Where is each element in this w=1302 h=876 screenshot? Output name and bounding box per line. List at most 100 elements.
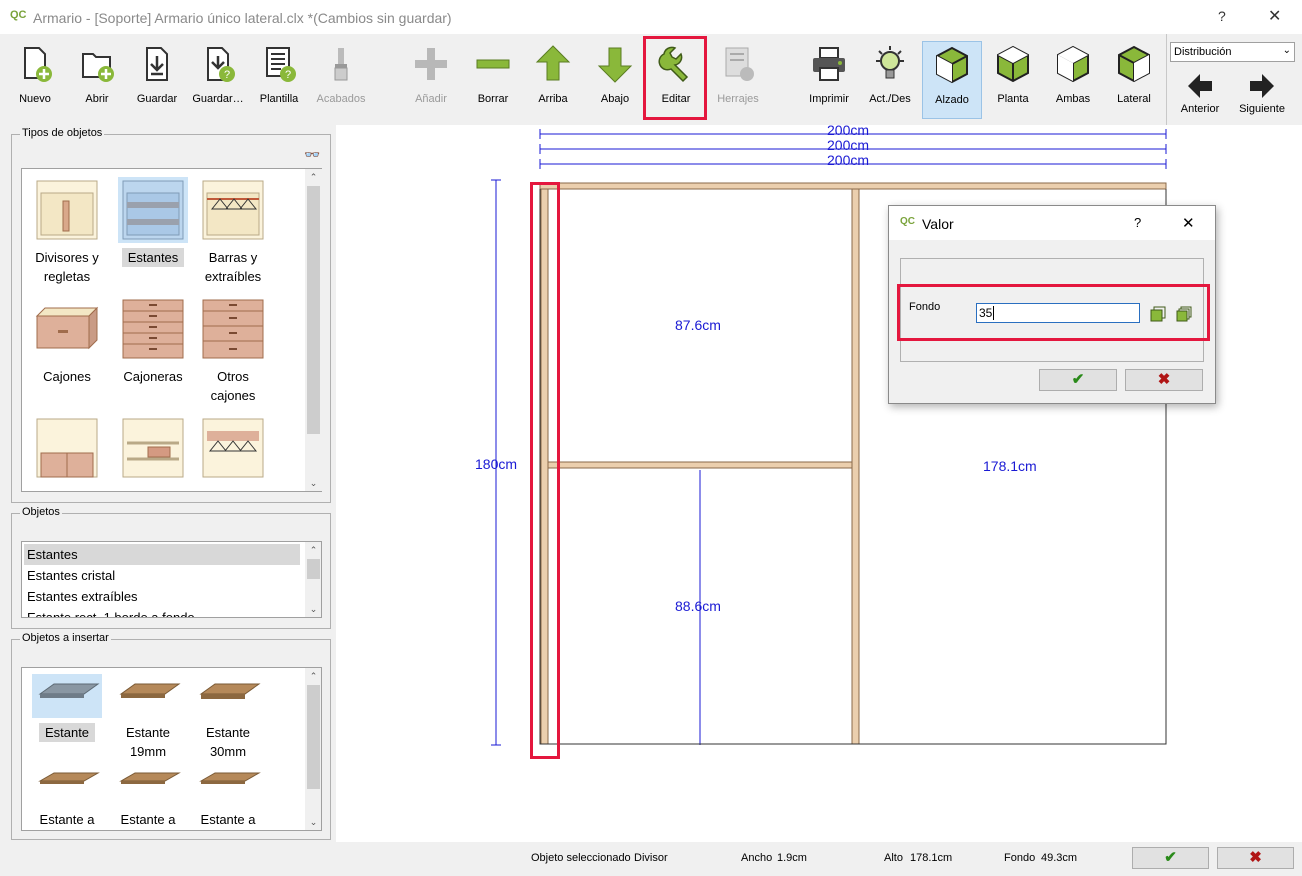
list-item[interactable]: Estantes bbox=[24, 544, 300, 565]
cube-top-icon bbox=[997, 45, 1029, 83]
value-dialog: QC Valor ? ✕ Fondo 35​ ✔ ✖ bbox=[888, 205, 1216, 404]
insert-shelf-30mm[interactable]: Estante 30mm bbox=[188, 674, 268, 761]
dialog-ok-button[interactable]: ✔ bbox=[1039, 369, 1117, 391]
add-button[interactable]: Añadir bbox=[404, 34, 458, 122]
width-dim-3: 200cm bbox=[827, 152, 870, 168]
printer-icon bbox=[813, 47, 845, 81]
scroll-down-arrow[interactable]: ⌄ bbox=[305, 814, 321, 830]
scroll-up-arrow[interactable]: ⌃ bbox=[305, 169, 322, 185]
width-value: 1.9cm bbox=[777, 852, 807, 864]
other-drawers-icon bbox=[202, 299, 264, 359]
open-folder-icon bbox=[82, 53, 114, 82]
scroll-thumb[interactable] bbox=[307, 685, 320, 789]
save-as-button[interactable]: ? Guardar… bbox=[188, 34, 248, 122]
width-label: Ancho bbox=[741, 852, 773, 864]
cancel-button[interactable]: ✖ bbox=[1217, 847, 1294, 869]
template-button[interactable]: ? Plantilla bbox=[252, 34, 306, 122]
insert-scrollbar[interactable]: ⌃ ⌄ bbox=[305, 668, 321, 830]
width-dim-2: 200cm bbox=[827, 137, 870, 153]
new-button[interactable]: Nuevo bbox=[8, 34, 62, 122]
scroll-thumb[interactable] bbox=[307, 186, 320, 434]
width-dim-1: 200cm bbox=[827, 122, 870, 138]
insert-objects-title: Objetos a insertar bbox=[20, 632, 111, 644]
object-types-group: Tipos de objetos 👓 Divisores y regletas … bbox=[11, 127, 331, 503]
scroll-down-arrow[interactable]: ⌄ bbox=[305, 475, 322, 491]
hangers-icon bbox=[202, 418, 264, 478]
type-hangers[interactable] bbox=[193, 415, 273, 486]
type-shelf-box[interactable] bbox=[113, 415, 193, 486]
dialog-close-button[interactable]: ✕ bbox=[1182, 214, 1195, 232]
upper-left-dim: 87.6cm bbox=[675, 317, 721, 333]
open-button[interactable]: Abrir bbox=[70, 34, 124, 122]
plus-icon bbox=[415, 48, 447, 80]
dialog-help-button[interactable]: ? bbox=[1134, 215, 1141, 230]
list-item[interactable]: Estantes cristal bbox=[24, 565, 300, 586]
status-bar: Objeto seleccionado Divisor Ancho 1.9cm … bbox=[0, 842, 1302, 876]
minus-icon bbox=[476, 59, 510, 69]
insert-shelf-deep[interactable]: Estante a fondo bbox=[108, 761, 188, 830]
insert-shelf[interactable]: Estante bbox=[27, 674, 107, 742]
type-shelves[interactable]: Estantes bbox=[113, 177, 193, 267]
move-down-button[interactable]: Abajo bbox=[588, 34, 642, 122]
objects-scrollbar[interactable]: ⌃ ⌄ bbox=[305, 542, 321, 617]
cube-front-icon bbox=[936, 46, 968, 84]
close-window-button[interactable]: ✕ bbox=[1268, 6, 1281, 26]
object-types-scrollbar[interactable]: ⌃ ⌄ bbox=[305, 169, 322, 491]
scroll-up-arrow[interactable]: ⌃ bbox=[305, 542, 321, 558]
svg-text:?: ? bbox=[285, 69, 291, 81]
scroll-up-arrow[interactable]: ⌃ bbox=[305, 668, 321, 684]
binoculars-icon[interactable]: 👓 bbox=[304, 147, 320, 163]
dialog-cancel-button[interactable]: ✖ bbox=[1125, 369, 1203, 391]
insert-shelf-deep[interactable]: Estante a fondo bbox=[27, 761, 107, 830]
save-icon bbox=[146, 47, 168, 81]
type-cabinet-doors[interactable] bbox=[27, 415, 107, 486]
scroll-down-arrow[interactable]: ⌄ bbox=[305, 601, 321, 617]
front-view-button[interactable]: Alzado bbox=[922, 41, 982, 119]
right-compartment-dim: 178.1cm bbox=[983, 458, 1037, 474]
previous-button[interactable]: Anterior bbox=[1174, 64, 1226, 119]
shelf-box-icon bbox=[122, 418, 184, 478]
save-as-icon: ? bbox=[207, 47, 235, 82]
drawer-unit-icon bbox=[122, 299, 184, 359]
chevron-down-icon: ⌄ bbox=[1282, 45, 1291, 56]
scroll-thumb[interactable] bbox=[307, 559, 320, 579]
shelf-wood-icon bbox=[119, 683, 181, 698]
depth-label: Fondo bbox=[1004, 852, 1036, 864]
dialog-header: QC Valor ? ✕ bbox=[889, 206, 1215, 240]
objects-group: Objetos Estantes Estantes cristal Estant… bbox=[11, 506, 331, 629]
next-button[interactable]: Siguiente bbox=[1236, 64, 1288, 119]
hardware-button[interactable]: Herrajes bbox=[710, 34, 766, 122]
side-view-button[interactable]: Lateral bbox=[1106, 34, 1162, 122]
type-drawers[interactable]: Cajones bbox=[27, 296, 107, 386]
paint-brush-icon bbox=[334, 48, 348, 81]
help-button[interactable]: ? bbox=[1218, 8, 1226, 24]
both-views-button[interactable]: Ambas bbox=[1046, 34, 1100, 122]
depth-value: 49.3cm bbox=[1041, 852, 1078, 864]
type-other-drawers[interactable]: Otros cajones bbox=[193, 296, 273, 405]
insert-shelf-19mm[interactable]: Estante 19mm bbox=[108, 674, 188, 761]
type-drawer-units[interactable]: Cajoneras bbox=[113, 296, 193, 386]
type-rails[interactable]: Barras y extraíbles bbox=[193, 177, 273, 286]
list-item[interactable]: Estante rect. 1 borde a fondo bbox=[24, 607, 300, 617]
accept-button[interactable]: ✔ bbox=[1132, 847, 1209, 869]
hardware-icon bbox=[725, 47, 754, 81]
distribution-select[interactable]: Distribución ⌄ bbox=[1170, 42, 1295, 62]
window-title: Armario - [Soporte] Armario único latera… bbox=[33, 10, 452, 26]
selected-object-value: Divisor bbox=[634, 852, 668, 864]
cube-side-icon bbox=[1118, 45, 1150, 83]
new-document-icon bbox=[24, 47, 52, 82]
selected-divider-highlight bbox=[530, 182, 560, 759]
delete-button[interactable]: Borrar bbox=[466, 34, 520, 122]
type-dividers[interactable]: Divisores y regletas bbox=[27, 177, 107, 286]
insert-shelf-deep[interactable]: Estante a fondo bbox=[188, 761, 268, 830]
object-types-title: Tipos de objetos bbox=[20, 127, 105, 139]
plan-view-button[interactable]: Planta bbox=[986, 34, 1040, 122]
print-button[interactable]: Imprimir bbox=[802, 34, 856, 122]
move-up-button[interactable]: Arriba bbox=[526, 34, 580, 122]
save-button[interactable]: Guardar bbox=[130, 34, 184, 122]
toggle-button[interactable]: Act./Des bbox=[862, 34, 918, 122]
finishes-button[interactable]: Acabados bbox=[312, 34, 370, 122]
shelf-wood-icon bbox=[119, 772, 181, 784]
list-item[interactable]: Estantes extraíbles bbox=[24, 586, 300, 607]
arrow-down-icon bbox=[597, 47, 633, 83]
